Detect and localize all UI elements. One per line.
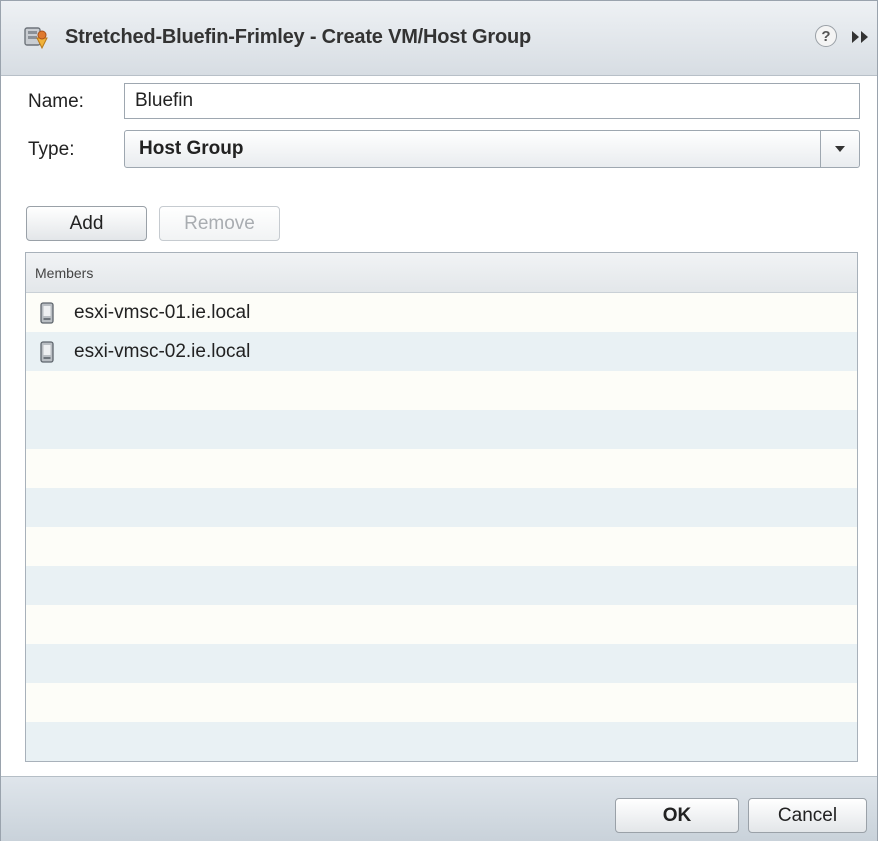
cancel-button[interactable]: Cancel [748, 798, 867, 833]
remove-button[interactable]: Remove [159, 206, 280, 241]
member-name: esxi-vmsc-02.ie.local [74, 341, 251, 362]
chevron-down-icon[interactable] [820, 131, 859, 167]
member-name: esxi-vmsc-01.ie.local [74, 302, 251, 323]
list-item[interactable]: esxi-vmsc-02.ie.local [26, 332, 857, 371]
help-icon[interactable]: ? [815, 25, 837, 47]
members-rows: esxi-vmsc-01.ie.local esxi-vmsc-02.ie.lo… [26, 293, 857, 761]
empty-row [26, 449, 857, 488]
dialog-footer: OK Cancel [1, 776, 877, 841]
empty-row [26, 371, 857, 410]
empty-row [26, 566, 857, 605]
type-label: Type: [28, 139, 75, 160]
empty-row [26, 488, 857, 527]
empty-row [26, 722, 857, 761]
type-select[interactable]: Host Group [124, 130, 860, 168]
empty-row [26, 410, 857, 449]
create-vm-host-group-dialog: Stretched-Bluefin-Frimley - Create VM/Ho… [0, 0, 878, 841]
dialog-titlebar[interactable]: Stretched-Bluefin-Frimley - Create VM/Ho… [1, 1, 877, 76]
empty-row [26, 644, 857, 683]
empty-row [26, 527, 857, 566]
list-item[interactable]: esxi-vmsc-01.ie.local [26, 293, 857, 332]
empty-row [26, 605, 857, 644]
type-select-value: Host Group [139, 138, 244, 159]
host-server-icon [40, 341, 54, 363]
name-label: Name: [28, 91, 84, 112]
empty-row [26, 683, 857, 722]
double-chevron-right-icon[interactable] [849, 27, 873, 47]
add-button[interactable]: Add [26, 206, 147, 241]
dialog-title: Stretched-Bluefin-Frimley - Create VM/Ho… [65, 26, 532, 48]
members-list[interactable]: Members esxi-vmsc-01.ie.local esxi-vmsc-… [25, 252, 858, 762]
members-column-header[interactable]: Members [26, 253, 857, 293]
host-server-icon [40, 302, 54, 324]
ok-button[interactable]: OK [615, 798, 739, 833]
name-field[interactable] [124, 83, 860, 119]
cluster-group-icon [24, 27, 48, 50]
